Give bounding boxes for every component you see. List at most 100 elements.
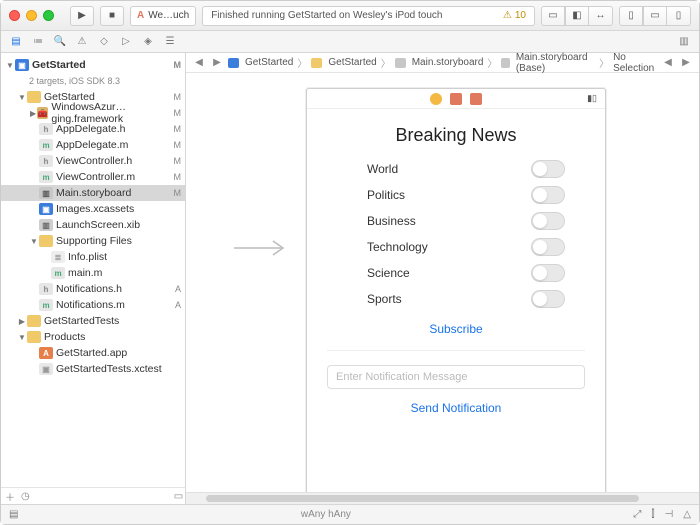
category-switch-science[interactable] <box>531 264 565 282</box>
first-responder-icon[interactable] <box>450 93 462 105</box>
breakpoint-navigator-icon[interactable]: ◈ <box>139 34 157 50</box>
align-icon[interactable]: ⫿ <box>651 509 654 520</box>
send-notification-button[interactable]: Send Notification <box>411 401 502 415</box>
nav-item-main-m[interactable]: mmain.m <box>1 265 185 281</box>
version-editor-button[interactable]: ↔ <box>589 6 613 26</box>
root-view: Breaking News WorldPoliticsBusinessTechn… <box>307 109 605 492</box>
disclosure-icon[interactable]: ▶ <box>29 109 37 118</box>
jumpbar-label: Main.storyboard (Base) <box>516 52 595 74</box>
nav-item-images-xcassets[interactable]: ▣Images.xcassets <box>1 201 185 217</box>
jumpbar-segment[interactable]: Main.storyboard <box>395 57 484 68</box>
jumpbar-segment[interactable]: Main.storyboard (Base) <box>501 52 595 74</box>
category-row-world: World <box>327 156 585 182</box>
toggle-outline-icon[interactable]: ▥ <box>675 34 693 50</box>
h-icon: h <box>39 283 53 295</box>
project-navigator-icon[interactable]: ▤ <box>7 34 25 50</box>
debug-navigator-icon[interactable]: ▷ <box>117 34 135 50</box>
minimize-window-icon[interactable] <box>26 10 37 21</box>
vc-icon[interactable] <box>430 93 442 105</box>
exit-icon[interactable] <box>470 93 482 105</box>
nav-item-products[interactable]: ▼Products <box>1 329 185 345</box>
nav-item-windowsazur-ging-framework[interactable]: ▶🧰WindowsAzur…ging.frameworkM <box>1 105 185 121</box>
jumpbar-next-button[interactable]: ▶ <box>679 57 693 68</box>
nav-item-supporting-files[interactable]: ▼Supporting Files <box>1 233 185 249</box>
outline-toggle-icon[interactable]: ▤ <box>9 509 18 520</box>
symbol-navigator-icon[interactable]: ≔ <box>29 34 47 50</box>
nav-item-notifications-m[interactable]: mNotifications.mA <box>1 297 185 313</box>
run-button[interactable]: ▶ <box>70 6 94 26</box>
nav-item-getstarted-app[interactable]: AGetStarted.app <box>1 345 185 361</box>
vcs-status: M <box>170 188 182 198</box>
nav-item-label: AppDelegate.m <box>56 139 128 151</box>
report-navigator-icon[interactable]: ☰ <box>161 34 179 50</box>
assistant-editor-button[interactable]: ◧ <box>565 6 589 26</box>
nav-item-label: GetStartedTests <box>44 315 119 327</box>
size-class-control[interactable]: wAny hAny <box>18 509 633 520</box>
issue-navigator-icon[interactable]: ⚠ <box>73 34 91 50</box>
project-root[interactable]: ▼ ▣ GetStarted M <box>1 57 185 73</box>
resolve-issues-icon[interactable]: △ <box>683 509 691 520</box>
test-navigator-icon[interactable]: ◇ <box>95 34 113 50</box>
scrollbar-thumb[interactable] <box>206 495 639 502</box>
vcs-status: A <box>171 284 181 294</box>
category-switch-politics[interactable] <box>531 186 565 204</box>
standard-editor-button[interactable]: ▭ <box>541 6 565 26</box>
issues-indicator[interactable]: ⚠ 10 <box>503 10 526 21</box>
folder-icon <box>27 315 41 327</box>
category-switch-business[interactable] <box>531 212 565 230</box>
category-row-science: Science <box>327 260 585 286</box>
nav-item-label: WindowsAzur…ging.framework <box>51 101 169 125</box>
stop-button[interactable]: ■ <box>100 6 124 26</box>
vcs-status: M <box>170 156 182 166</box>
nav-item-getstartedtests-xctest[interactable]: ▣GetStartedTests.xctest <box>1 361 185 377</box>
filter-scm-icon[interactable]: ▭ <box>174 491 183 502</box>
pin-icon[interactable]: ⊣ <box>665 509 674 520</box>
close-window-icon[interactable] <box>9 10 20 21</box>
toggle-utilities-button[interactable]: ▯ <box>667 6 691 26</box>
toggle-debug-button[interactable]: ▭ <box>643 6 667 26</box>
disclosure-icon[interactable]: ▼ <box>5 61 15 70</box>
add-icon[interactable]: ＋ <box>5 489 15 504</box>
find-navigator-icon[interactable]: 🔍 <box>51 34 69 50</box>
nav-item-info-plist[interactable]: ≣Info.plist <box>1 249 185 265</box>
folder-icon <box>39 235 53 247</box>
nav-item-appdelegate-m[interactable]: mAppDelegate.mM <box>1 137 185 153</box>
folder-icon <box>27 91 41 103</box>
zoom-window-icon[interactable] <box>43 10 54 21</box>
scheme-selector[interactable]: A We…uch <box>130 6 196 26</box>
disclosure-icon[interactable]: ▼ <box>17 333 27 342</box>
nav-item-launchscreen-xib[interactable]: ▥LaunchScreen.xib <box>1 217 185 233</box>
toggle-navigator-button[interactable]: ▯ <box>619 6 643 26</box>
jumpbar-segment[interactable]: GetStarted <box>228 57 293 68</box>
nav-item-viewcontroller-m[interactable]: mViewController.mM <box>1 169 185 185</box>
jumpbar-forward-button[interactable]: ▶ <box>210 57 224 68</box>
vcs-status: M <box>170 92 182 102</box>
nav-item-label: GetStartedTests.xctest <box>56 363 162 375</box>
embed-in-icon[interactable]: ⤢ <box>633 509 641 520</box>
canvas-horizontal-scrollbar[interactable] <box>186 492 699 504</box>
jumpbar-segment[interactable]: GetStarted <box>311 57 376 68</box>
disclosure-icon[interactable]: ▼ <box>29 237 39 246</box>
notification-message-field[interactable]: Enter Notification Message <box>327 365 585 389</box>
disclosure-icon[interactable]: ▶ <box>17 317 27 326</box>
category-switch-sports[interactable] <box>531 290 565 308</box>
storyboard-canvas[interactable]: ▮▯ Breaking News WorldPoliticsBusinessTe… <box>186 73 699 492</box>
window-controls <box>9 10 54 21</box>
nav-item-label: LaunchScreen.xib <box>56 219 140 231</box>
nav-item-getstartedtests[interactable]: ▶ GetStartedTests <box>1 313 185 329</box>
nav-item-notifications-h[interactable]: hNotifications.hA <box>1 281 185 297</box>
subscribe-button[interactable]: Subscribe <box>429 322 482 336</box>
navigator-filter-input[interactable] <box>36 490 168 504</box>
filter-recent-icon[interactable]: ◷ <box>21 491 30 502</box>
disclosure-icon[interactable]: ▼ <box>17 93 27 102</box>
nav-item-main-storyboard[interactable]: ▥Main.storyboardM <box>1 185 185 201</box>
category-switch-technology[interactable] <box>531 238 565 256</box>
jumpbar-segment[interactable]: No Selection <box>613 52 657 74</box>
jumpbar-back-button[interactable]: ◀ <box>192 57 206 68</box>
nav-item-viewcontroller-h[interactable]: hViewController.hM <box>1 153 185 169</box>
view-controller-scene[interactable]: ▮▯ Breaking News WorldPoliticsBusinessTe… <box>306 88 606 492</box>
jumpbar-prev-button[interactable]: ◀ <box>661 57 675 68</box>
battery-icon: ▮▯ <box>587 93 597 104</box>
category-switch-world[interactable] <box>531 160 565 178</box>
navigator-filter-bar: ＋ ◷ ▭ <box>1 487 186 504</box>
